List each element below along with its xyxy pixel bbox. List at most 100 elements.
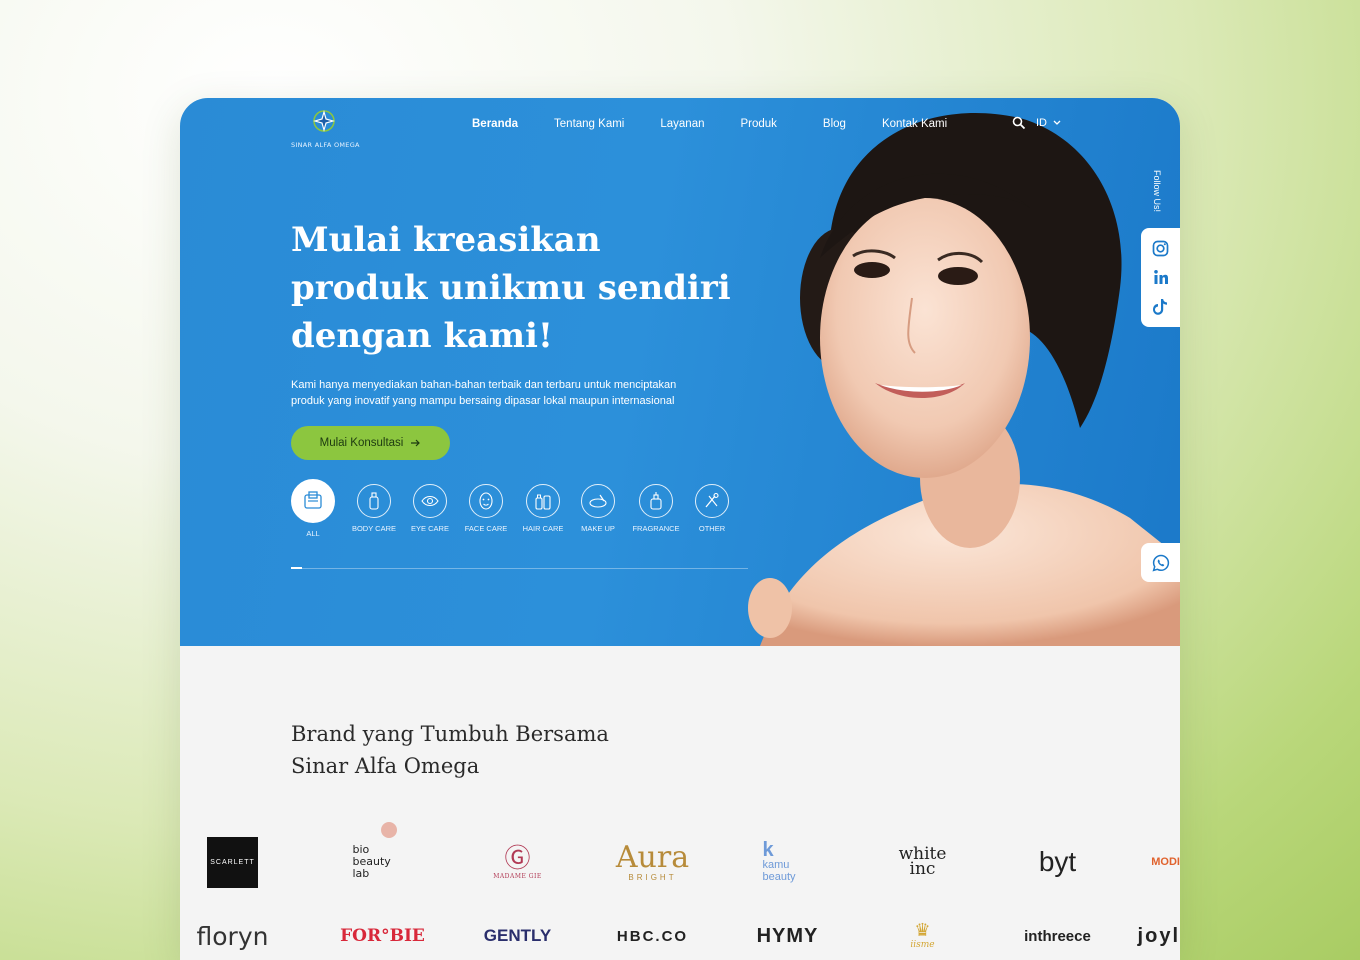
brand-name: SCARLETT bbox=[210, 858, 255, 866]
description-line-1: Kami hanya menyediakan bahan-bahan terba… bbox=[291, 379, 677, 391]
brand-name: joyl bbox=[1137, 924, 1180, 947]
category-fragrance[interactable]: FRAGRANCE bbox=[629, 479, 683, 538]
brand-logo-hymy[interactable]: HYMY bbox=[720, 908, 855, 960]
category-label: HAIR CARE bbox=[522, 524, 564, 533]
brand-logo[interactable]: SINAR ALFA OMEGA bbox=[291, 108, 381, 149]
brand-logo-bio-beauty-lab[interactable]: bio beauty lab bbox=[315, 822, 450, 890]
brand-name: iisme bbox=[910, 940, 935, 950]
category-divider bbox=[291, 568, 748, 569]
language-selector[interactable]: ID bbox=[1036, 117, 1047, 129]
iisme-mark: ♛ iisme bbox=[910, 922, 935, 951]
kamu-k-mark: k bbox=[762, 839, 774, 861]
brand-logo-modi[interactable]: MODI bbox=[1125, 834, 1180, 890]
consultation-button-label: Mulai Konsultasi bbox=[319, 437, 404, 449]
brand-logo-inthreece[interactable]: inthreece bbox=[990, 908, 1125, 960]
brand-logo-scarlett[interactable]: SCARLETT bbox=[180, 834, 315, 890]
all-products-icon bbox=[291, 479, 335, 523]
nav-blog[interactable]: Blog bbox=[823, 118, 846, 130]
aura-subtext: BRIGHT bbox=[628, 872, 677, 882]
brand-name: byt bbox=[1038, 846, 1077, 877]
nav-layanan[interactable]: Layanan bbox=[660, 118, 704, 130]
hair-care-icon bbox=[526, 484, 560, 518]
category-body-care[interactable]: BODY CARE bbox=[349, 479, 399, 538]
whatsapp-icon bbox=[1151, 554, 1169, 572]
brands-section-title: Brand yang Tumbuh Bersama Sinar Alfa Ome… bbox=[291, 718, 691, 782]
fragrance-icon bbox=[639, 484, 673, 518]
brand-name: floryn bbox=[196, 921, 269, 951]
nav-tools: ID bbox=[1012, 116, 1061, 130]
linkedin-icon[interactable] bbox=[1153, 269, 1169, 285]
brands-title-line-1: Brand yang Tumbuh Bersama bbox=[291, 722, 609, 746]
category-label: EYE CARE bbox=[411, 524, 449, 533]
scarlett-logo-box: SCARLETT bbox=[207, 836, 258, 888]
brand-logo-forbie[interactable]: FOR°BIE bbox=[315, 908, 450, 960]
headline-line-1: Mulai kreasikan bbox=[291, 220, 601, 260]
brand-name: HYMY bbox=[756, 924, 819, 947]
brand-logo-white-inc[interactable]: white inc bbox=[855, 834, 990, 890]
brand-name: Aura bbox=[615, 839, 690, 875]
category-face-care[interactable]: FACE CARE bbox=[461, 479, 511, 538]
brand-name: white inc bbox=[898, 844, 947, 879]
aura-wordmark: Aura BRIGHT bbox=[615, 839, 690, 882]
bio-beauty-lab-wordmark: bio beauty lab bbox=[352, 822, 413, 880]
hero-model-image bbox=[700, 98, 1180, 646]
category-make-up[interactable]: MAKE UP bbox=[573, 479, 623, 538]
category-filter: ALL BODY CARE EYE CARE FACE CARE HAIR CA… bbox=[291, 479, 737, 538]
other-icon bbox=[695, 484, 729, 518]
main-nav: Beranda Tentang Kami Layanan Produk Blog… bbox=[467, 118, 983, 132]
brand-name: kamu beauty bbox=[762, 859, 796, 883]
eye-care-icon bbox=[413, 484, 447, 518]
bio-logo-dot bbox=[380, 822, 397, 838]
category-other[interactable]: OTHER bbox=[687, 479, 737, 538]
hero-section: SINAR ALFA OMEGA Beranda Tentang Kami La… bbox=[180, 98, 1180, 646]
consultation-button[interactable]: Mulai Konsultasi bbox=[291, 426, 450, 460]
category-label: OTHER bbox=[698, 524, 726, 533]
headline-line-2: produk unikmu sendiri bbox=[291, 268, 731, 308]
brand-name: HBC.CO bbox=[616, 927, 689, 945]
madame-gie-monogram: Ⓖ bbox=[504, 843, 531, 874]
brand-logos-row-1: SCARLETT bio beauty lab Ⓖ MADAME GIE Aur… bbox=[180, 822, 1180, 890]
nav-tentang-kami[interactable]: Tentang Kami bbox=[554, 118, 624, 130]
nav-produk[interactable]: Produk bbox=[740, 118, 776, 130]
brand-logo-iisme[interactable]: ♛ iisme bbox=[855, 908, 990, 960]
logo-text: SINAR ALFA OMEGA bbox=[291, 141, 360, 149]
instagram-icon[interactable] bbox=[1152, 240, 1169, 257]
brand-logo-kamu-beauty[interactable]: k kamu beauty bbox=[720, 834, 855, 890]
brands-title-line-2: Sinar Alfa Omega bbox=[291, 754, 480, 778]
brand-logo-floryn[interactable]: floryn bbox=[180, 908, 315, 960]
tiktok-icon[interactable] bbox=[1153, 298, 1168, 315]
category-hair-care[interactable]: HAIR CARE bbox=[517, 479, 569, 538]
brand-logo-gently[interactable]: GENTLY bbox=[450, 908, 585, 960]
brand-logo-aura[interactable]: Aura BRIGHT bbox=[585, 834, 720, 890]
make-up-icon bbox=[581, 484, 615, 518]
brand-name: inthreece bbox=[1024, 927, 1091, 945]
nav-beranda[interactable]: Beranda bbox=[467, 118, 523, 132]
description-line-2: produk yang inovatif yang mampu bersaing… bbox=[291, 395, 675, 407]
whatsapp-button[interactable] bbox=[1141, 543, 1180, 582]
category-label: MAKE UP bbox=[581, 524, 615, 533]
face-care-icon bbox=[469, 484, 503, 518]
madame-gie-mark: Ⓖ MADAME GIE bbox=[493, 845, 542, 880]
category-label: FRAGRANCE bbox=[632, 524, 680, 533]
nav-kontak-kami[interactable]: Kontak Kami bbox=[882, 118, 947, 130]
brand-logo-madame-gie[interactable]: Ⓖ MADAME GIE bbox=[450, 834, 585, 890]
social-links bbox=[1141, 228, 1180, 327]
page-window: SINAR ALFA OMEGA Beranda Tentang Kami La… bbox=[180, 98, 1180, 960]
brand-logo-joyl[interactable]: joyl bbox=[1125, 908, 1180, 960]
hero-description: Kami hanya menyediakan bahan-bahan terba… bbox=[291, 377, 751, 409]
brand-name: bio beauty lab bbox=[352, 843, 391, 880]
brand-logos-row-2: floryn FOR°BIE GENTLY HBC.CO HYMY ♛ iism… bbox=[180, 908, 1180, 960]
nav-beranda-label: Beranda bbox=[472, 118, 519, 130]
brand-logo-byt[interactable]: byt bbox=[990, 834, 1125, 890]
brand-name: MODI bbox=[1151, 856, 1180, 868]
follow-us-label: Follow Us! bbox=[1152, 170, 1162, 213]
brand-name: FOR°BIE bbox=[340, 926, 425, 946]
logo-star-icon bbox=[313, 110, 335, 132]
chevron-down-icon[interactable] bbox=[1053, 120, 1061, 126]
category-eye-care[interactable]: EYE CARE bbox=[405, 479, 455, 538]
search-icon[interactable] bbox=[1012, 116, 1026, 130]
category-label: ALL bbox=[306, 529, 320, 538]
category-label: FACE CARE bbox=[464, 524, 508, 533]
brand-logo-hbc[interactable]: HBC.CO bbox=[585, 908, 720, 960]
category-all[interactable]: ALL bbox=[291, 479, 335, 538]
